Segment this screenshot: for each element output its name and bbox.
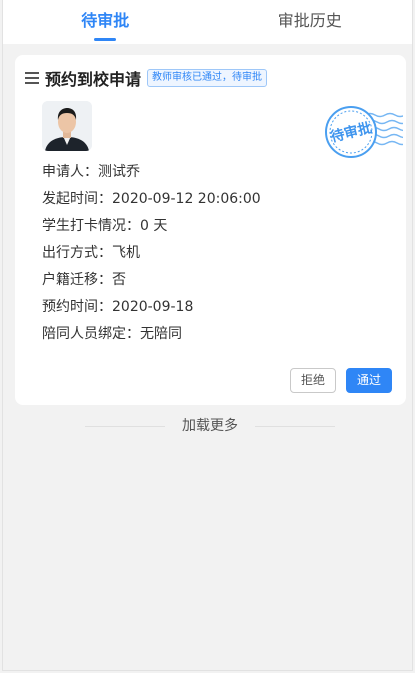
tab-pending[interactable]: 待审批 [3,0,208,44]
pending-stamp-icon: 待审批 [323,101,410,163]
tab-history[interactable]: 审批历史 [208,0,413,44]
tab-pending-label: 待审批 [81,11,130,30]
tab-history-label: 审批历史 [277,11,342,30]
active-tab-indicator [94,38,117,41]
companion-row: 陪同人员绑定：无陪同 [42,326,182,342]
status-badge: 教师审核已通过，待审批 [147,69,268,87]
approve-button[interactable]: 通过 [346,368,392,393]
card-header: 预约到校申请 教师审核已通过，待审批 [25,66,268,90]
travel-mode-row: 出行方式：飞机 [42,245,140,261]
list-icon [25,72,39,84]
avatar [42,101,92,151]
card-title: 预约到校申请 [45,70,142,89]
applicant-row: 申请人：测试乔 [42,164,140,180]
appointment-time-row: 预约时间：2020-09-18 [42,299,194,315]
checkin-row: 学生打卡情况：0 天 [42,218,168,234]
tab-bar: 待审批 审批历史 [3,0,412,44]
application-details: 申请人：测试乔 发起时间：2020-09-12 20:06:00 学生打卡情况：… [42,159,261,348]
divider-right [255,426,335,427]
reject-button[interactable]: 拒绝 [290,368,336,393]
household-transfer-row: 户籍迁移：否 [42,272,126,288]
load-more[interactable]: 加载更多 [85,416,335,436]
app-frame: 待审批 审批历史 预约到校申请 教师审核已通过，待审批 待审批 申请人：测试乔 … [2,0,413,671]
start-time-row: 发起时间：2020-09-12 20:06:00 [42,191,261,207]
application-card[interactable]: 预约到校申请 教师审核已通过，待审批 待审批 申请人：测试乔 发起时间：2020… [15,55,410,405]
